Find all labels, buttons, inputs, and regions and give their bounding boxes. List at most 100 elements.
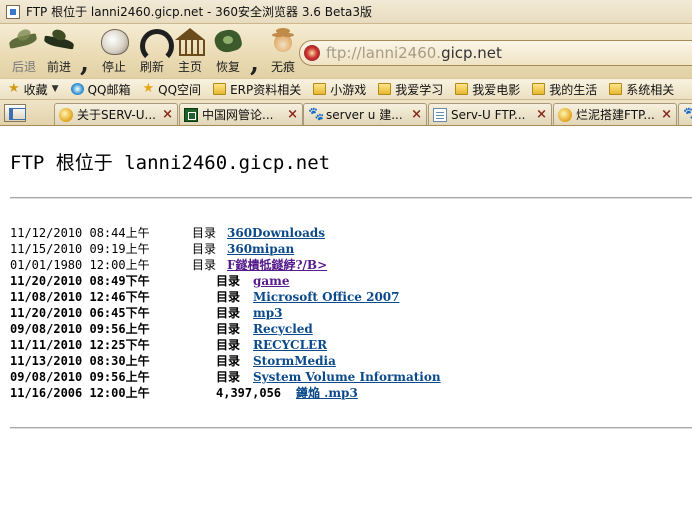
list-item: 09/08/2010 09:56上午 目录 System Volume Inform…: [10, 369, 692, 385]
divider-bottom: [10, 427, 692, 429]
directory-link[interactable]: mp3: [253, 305, 282, 321]
favorites-menu[interactable]: ★ 收藏 ▼: [8, 81, 59, 98]
entry-date: 11/20/2010 08:49下午: [10, 274, 150, 288]
directory-link[interactable]: System Volume Information: [253, 369, 441, 385]
entry-type: 目录: [192, 242, 217, 256]
favorite-label: QQ空间: [158, 82, 202, 97]
directory-link[interactable]: game: [253, 273, 290, 289]
qq-icon: [70, 83, 84, 95]
home-icon: [173, 26, 207, 56]
app-icon: [6, 4, 20, 19]
entry-type: 目录: [216, 322, 241, 336]
url-prefix: ftp://lanni2460.: [326, 44, 442, 62]
page-content: FTP 根位于 lanni2460.gicp.net 11/12/2010 08…: [0, 127, 692, 522]
entry-type: 目录: [192, 226, 217, 240]
tab-china-netadmin[interactable]: 中国网管论... ×: [179, 103, 303, 125]
favorite-label: 我爱学习: [395, 82, 444, 97]
folder-icon: [313, 83, 327, 95]
entry-date: 11/08/2010 12:46下午: [10, 290, 150, 304]
list-item: 11/13/2010 08:30上午 目录 StormMedia: [10, 353, 692, 369]
folder-icon: [378, 83, 392, 95]
tab-server-u[interactable]: 🐾 server u 建... ×: [303, 103, 427, 125]
back-icon: [7, 26, 41, 56]
directory-link[interactable]: Microsoft Office 2007: [253, 289, 400, 305]
folder-icon: [532, 83, 546, 95]
favorite-folder-system[interactable]: 系统相关: [609, 81, 674, 98]
favorite-label: 我爱电影: [472, 82, 521, 97]
entry-date: 11/11/2010 12:25下午: [10, 338, 150, 352]
close-icon[interactable]: ×: [661, 107, 672, 122]
entry-type: 目录: [216, 274, 241, 288]
folder-icon: [609, 83, 623, 95]
favorite-folder-life[interactable]: 我的生活: [532, 81, 597, 98]
folder-icon: [213, 83, 227, 95]
directory-link[interactable]: 360mipan: [227, 241, 294, 257]
close-icon[interactable]: ×: [536, 107, 547, 122]
folder-icon: [455, 83, 469, 95]
entry-date: 11/16/2006 12:00上午: [10, 386, 150, 400]
favorite-folder-games[interactable]: 小游戏: [313, 81, 366, 98]
entry-type: 目录: [216, 338, 241, 352]
tab-label: Serv-U FTP...: [451, 107, 526, 122]
entry-type: 目录: [192, 258, 217, 272]
forward-icon: [42, 26, 76, 56]
directory-link[interactable]: 360Downloads: [227, 225, 325, 241]
tab-lanni-ftp[interactable]: 烂泥搭建FTP... ×: [553, 103, 677, 125]
address-url[interactable]: ftp://lanni2460.gicp.net: [326, 44, 502, 62]
forward-button[interactable]: 前进: [37, 26, 81, 78]
favorites-bar: ★ 收藏 ▼ QQ邮箱 ★ QQ空间 ERP资料相关 小游戏 我爱学习 我爱电影 …: [0, 78, 692, 100]
star-icon: ★: [8, 81, 20, 96]
entry-date: 09/08/2010 09:56上午: [10, 322, 150, 336]
favorite-label: 我的生活: [549, 82, 598, 97]
paw-icon: [266, 26, 300, 56]
divider-top: [10, 197, 692, 199]
favorite-label: 小游戏: [330, 82, 367, 97]
tab-serv-u-ftp[interactable]: Serv-U FTP... ×: [428, 103, 552, 125]
tab-serv-u-about[interactable]: 关于SERV-U... ×: [54, 103, 178, 125]
address-bar[interactable]: ftp://lanni2460.gicp.net: [299, 40, 692, 66]
bulb-icon: [558, 107, 572, 122]
entry-date: 11/12/2010 08:44上午: [10, 226, 150, 240]
favorite-folder-study[interactable]: 我爱学习: [378, 81, 443, 98]
close-icon[interactable]: ×: [162, 107, 173, 122]
baidu-paw-icon: 🐾: [683, 107, 692, 122]
window-title: FTP 根位于 lanni2460.gicp.net - 360安全浏览器 3.…: [26, 5, 373, 19]
directory-link[interactable]: RECYCLER: [253, 337, 327, 353]
favorite-qq-mail[interactable]: QQ邮箱: [70, 81, 131, 98]
file-link[interactable]: 鐏焔 .mp3: [296, 385, 358, 401]
ftp-directory-listing: 11/12/2010 08:44上午 目录 360Downloads 11/15/20…: [10, 225, 692, 401]
close-icon[interactable]: ×: [411, 107, 422, 122]
restore-button[interactable]: 恢复: [206, 26, 250, 78]
directory-link[interactable]: Recycled: [253, 321, 313, 337]
url-domain: gicp.net: [441, 44, 502, 62]
entry-type: 目录: [216, 290, 241, 304]
tab-label: 烂泥搭建FTP...: [576, 108, 655, 122]
tab-label: 关于SERV-U...: [77, 108, 156, 122]
dropdown-arrow-icon: ▼: [51, 84, 59, 94]
list-item: 11/12/2010 08:44上午 目录 360Downloads: [10, 225, 692, 241]
favorite-folder-movies[interactable]: 我爱电影: [455, 81, 520, 98]
favorite-label: QQ邮箱: [87, 82, 131, 97]
close-icon[interactable]: ×: [287, 107, 298, 122]
refresh-icon: [135, 26, 174, 63]
tab-label: server u 建...: [326, 108, 403, 122]
list-item: 01/01/1980 12:00上午 目录 F鐩樻牴鐩綍?/B>: [10, 257, 692, 273]
tab-list-button[interactable]: [4, 104, 26, 122]
separator-comma-icon: ,: [80, 48, 90, 78]
separator-comma-icon: ,: [250, 48, 260, 78]
baidu-paw-icon: 🐾: [308, 106, 325, 122]
directory-link[interactable]: StormMedia: [253, 353, 336, 369]
page-title: FTP 根位于 lanni2460.gicp.net: [10, 152, 331, 174]
directory-link[interactable]: F鐩樻牴鐩綍?/B>: [227, 257, 327, 273]
entry-type: 目录: [216, 354, 241, 368]
favorite-folder-erp[interactable]: ERP资料相关: [213, 81, 301, 98]
title-bar: FTP 根位于 lanni2460.gicp.net - 360安全浏览器 3.…: [0, 0, 692, 24]
qzone-star-icon: ★: [142, 81, 155, 96]
list-item: 09/08/2010 09:56上午 目录 Recycled: [10, 321, 692, 337]
favorite-qq-space[interactable]: ★ QQ空间: [143, 81, 202, 98]
entry-size: 4,397,056: [216, 386, 282, 400]
stop-icon: [97, 26, 131, 56]
list-item: 11/20/2010 08:49下午 目录 game: [10, 273, 692, 289]
tab-overflow[interactable]: 🐾: [678, 103, 692, 125]
entry-date: 09/08/2010 09:56上午: [10, 370, 150, 384]
